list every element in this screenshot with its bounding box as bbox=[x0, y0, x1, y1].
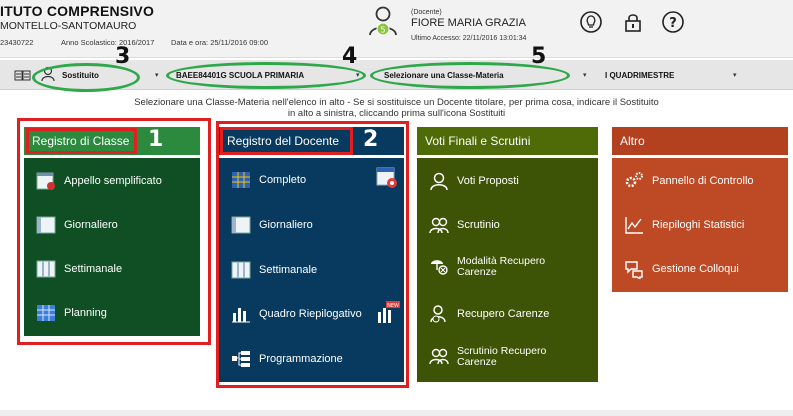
annotation-number-4: 4 bbox=[342, 44, 358, 69]
help-icon[interactable]: ? bbox=[662, 11, 684, 33]
annotation-ring-4 bbox=[166, 62, 366, 89]
chat-bubbles-icon bbox=[625, 261, 643, 279]
panel-voti-title: Voti Finali e Scrutini bbox=[425, 134, 531, 148]
instructions-line-1: Selezionare una Classe-Materia nell'elen… bbox=[134, 97, 659, 108]
menu-label-block: Modalità Recupero Carenze bbox=[457, 256, 545, 278]
annotation-box-title-2 bbox=[220, 127, 353, 155]
menu-pannello-controllo[interactable]: Pannello di Controllo bbox=[624, 170, 754, 192]
menu-riepiloghi-statistici[interactable]: Riepiloghi Statistici bbox=[624, 214, 744, 236]
menu-label: Recupero Carenze bbox=[457, 308, 550, 320]
menu-scrutinio[interactable]: Scrutinio bbox=[429, 214, 500, 236]
period-select[interactable]: I QUADRIMESTRE bbox=[605, 71, 674, 80]
class-caret-icon[interactable]: ▾ bbox=[583, 71, 587, 79]
panel-altro-title: Altro bbox=[620, 134, 645, 148]
recovery-mode-icon bbox=[431, 260, 448, 275]
menu-label: Riepiloghi Statistici bbox=[652, 219, 745, 231]
footer-strip bbox=[0, 410, 793, 416]
instructions-text: Selezionare una Classe-Materia nell'elen… bbox=[0, 97, 793, 119]
panel-voti-header: Voti Finali e Scrutini bbox=[417, 127, 598, 155]
menu-label-line: Carenze bbox=[457, 266, 497, 278]
line-chart-icon bbox=[625, 217, 643, 234]
svg-text:?: ? bbox=[669, 16, 677, 31]
last-access: Ultimo Accesso: 22/11/2016 13:01:34 bbox=[411, 35, 527, 42]
school-year: Anno Scolastico: 2016/2017 bbox=[61, 38, 155, 47]
school-code: 23430722 bbox=[0, 38, 34, 47]
current-datetime: Data e ora: 25/11/2016 09:00 bbox=[171, 38, 269, 47]
panel-voti: Voti Proposti Scrutinio Modalità Recuper… bbox=[417, 158, 598, 382]
menu-label-block: Scrutinio Recupero Carenze bbox=[457, 346, 546, 368]
lightbulb-icon[interactable] bbox=[580, 11, 602, 33]
user-recovery-icon bbox=[430, 305, 446, 323]
gears-icon bbox=[625, 172, 643, 188]
annotation-number-5: 5 bbox=[531, 44, 547, 69]
users-recovery-icon bbox=[429, 348, 449, 365]
school-city: MONTELLO-SANTOMAURO bbox=[0, 20, 137, 32]
panel-altro-header: Altro bbox=[612, 127, 788, 155]
annotation-box-title-1 bbox=[26, 128, 137, 154]
user-role: (Docente) bbox=[411, 9, 442, 16]
menu-label: Gestione Colloqui bbox=[652, 263, 739, 275]
menu-label: Scrutinio bbox=[457, 219, 500, 231]
annotation-box-2 bbox=[216, 121, 409, 388]
menu-label: Voti Proposti bbox=[457, 175, 519, 187]
annotation-number-2: 2 bbox=[363, 127, 379, 152]
substitutes-list-icon[interactable] bbox=[14, 68, 32, 84]
panel-altro: Pannello di Controllo Riepiloghi Statist… bbox=[612, 158, 788, 292]
menu-label-line: Carenze bbox=[457, 356, 497, 368]
user-avatar-icon[interactable]: 5 bbox=[368, 5, 398, 37]
menu-label: Pannello di Controllo bbox=[652, 175, 754, 187]
avatar-badge: 5 bbox=[380, 26, 385, 35]
school-name: ITUTO COMPRENSIVO bbox=[0, 3, 155, 19]
menu-scrutinio-recupero-carenze[interactable]: Scrutinio Recupero Carenze bbox=[429, 346, 546, 372]
lock-icon[interactable] bbox=[622, 11, 644, 33]
annotation-number-3: 3 bbox=[115, 44, 131, 69]
period-caret-icon[interactable]: ▾ bbox=[733, 71, 737, 79]
menu-voti-proposti[interactable]: Voti Proposti bbox=[429, 170, 519, 192]
menu-modalita-recupero-carenze[interactable]: Modalità Recupero Carenze bbox=[429, 256, 545, 282]
menu-gestione-colloqui[interactable]: Gestione Colloqui bbox=[624, 258, 739, 280]
annotation-number-1: 1 bbox=[148, 127, 164, 152]
substitute-caret-icon[interactable]: ▾ bbox=[155, 71, 159, 79]
user-icon bbox=[430, 172, 448, 191]
teacher-name: FIORE MARIA GRAZIA bbox=[411, 17, 526, 29]
menu-recupero-carenze[interactable]: Recupero Carenze bbox=[429, 303, 549, 325]
users-group-icon bbox=[429, 217, 449, 234]
